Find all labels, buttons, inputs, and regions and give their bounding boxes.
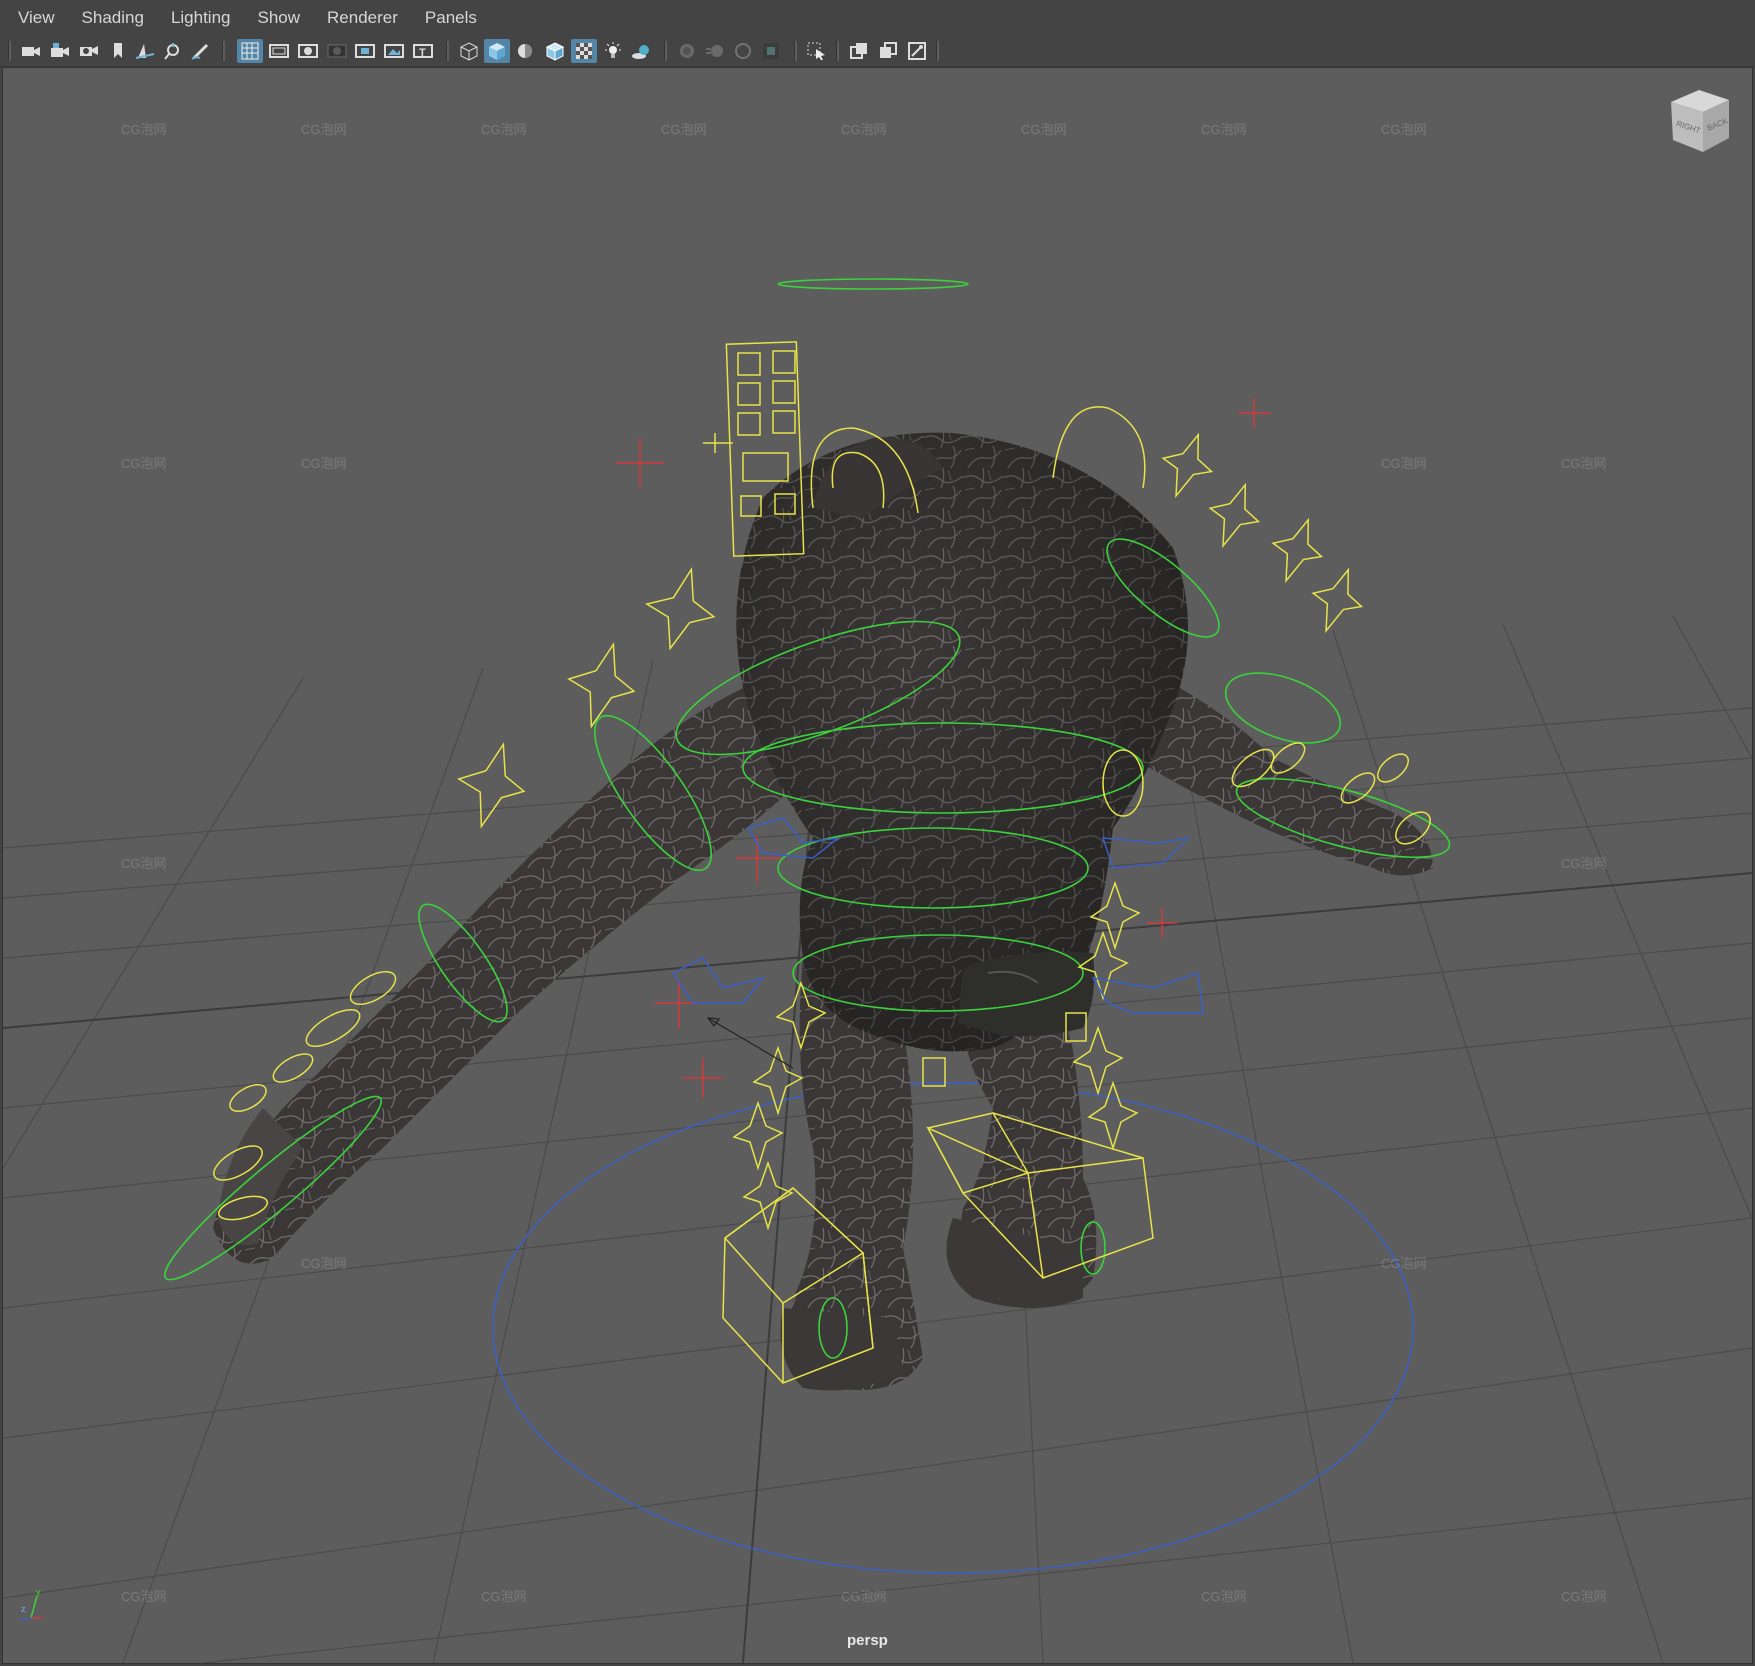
shadows-icon[interactable] (628, 39, 654, 63)
wireframe-on-shaded-icon[interactable] (542, 39, 568, 63)
watermark-text: CG泡网 (841, 122, 887, 137)
grease-pencil-icon[interactable] (188, 39, 214, 63)
toolbar-separator (664, 41, 667, 61)
watermark-text: CG泡网 (841, 1589, 887, 1604)
toolbar-separator (836, 41, 839, 61)
textured-icon[interactable] (571, 39, 597, 63)
select-camera-icon[interactable] (18, 39, 44, 63)
perspective-viewport[interactable]: CG泡网 CG泡网 CG泡网 CG泡网 CG泡网 CG泡网 CG泡网 CG泡网 … (2, 67, 1753, 1664)
watermark-text: CG泡网 (121, 856, 167, 871)
toolbar-separator (936, 41, 939, 61)
field-chart-icon[interactable] (352, 39, 378, 63)
toolbar-separator (446, 41, 449, 61)
watermark-text: CG泡网 (1381, 456, 1427, 471)
safe-title-icon[interactable]: T (410, 39, 436, 63)
watermark-text: CG泡网 (1561, 856, 1607, 871)
wireframe-icon[interactable] (456, 39, 482, 63)
pan-zoom-icon[interactable] (160, 39, 186, 63)
scene-canvas[interactable] (3, 68, 1752, 1663)
watermark-text: CG泡网 (121, 122, 167, 137)
depth-of-field-icon[interactable] (758, 39, 784, 63)
watermark-text: CG泡网 (1381, 122, 1427, 137)
menu-show[interactable]: Show (244, 0, 314, 36)
smooth-shade-icon[interactable] (484, 39, 510, 63)
screen-space-ambient-occlusion-icon[interactable] (674, 39, 700, 63)
watermark-text: CG泡网 (301, 1256, 347, 1271)
panel-menubar: View Shading Lighting Show Renderer Pane… (0, 0, 1755, 36)
camera-attributes-icon[interactable] (47, 39, 73, 63)
axis-y-label: y (36, 1588, 41, 1597)
direction-arrow (706, 1017, 794, 1069)
resolution-gate-icon[interactable] (295, 39, 321, 63)
watermark-text: CG泡网 (1021, 122, 1067, 137)
camera-settings-icon[interactable] (76, 39, 102, 63)
bookmark-icon[interactable] (105, 39, 131, 63)
menu-lighting[interactable]: Lighting (157, 0, 244, 36)
menu-renderer[interactable]: Renderer (313, 0, 411, 36)
toolbar-separator (8, 41, 11, 61)
xray-icon[interactable] (846, 39, 872, 63)
watermark-text: CG泡网 (481, 122, 527, 137)
toolbar-separator (222, 41, 225, 61)
watermark-text: CG泡网 (301, 122, 347, 137)
axis-z-label: z (21, 1604, 26, 1614)
watermark-text: CG泡网 (121, 1589, 167, 1604)
film-gate-icon[interactable] (266, 39, 292, 63)
camera-name-label: persp (847, 1632, 888, 1649)
watermark-text: CG泡网 (1561, 1589, 1607, 1604)
motion-blur-icon[interactable] (702, 39, 728, 63)
watermark-text: CG泡网 (481, 1589, 527, 1604)
menu-view[interactable]: View (0, 0, 68, 36)
global-ctrl (492, 1082, 1414, 1574)
watermark-text: CG泡网 (1561, 456, 1607, 471)
menu-panels[interactable]: Panels (411, 0, 490, 36)
watermark-text: CG泡网 (1201, 122, 1247, 137)
watermark-text: CG泡网 (301, 456, 347, 471)
toolbar-separator (794, 41, 797, 61)
troll-character-mesh (213, 432, 1433, 1391)
watermark-text: CG泡网 (1201, 1589, 1247, 1604)
use-default-material-icon[interactable] (512, 39, 538, 63)
grid-icon[interactable] (237, 39, 263, 63)
maya-model-panel: View Shading Lighting Show Renderer Pane… (0, 0, 1755, 1666)
use-all-lights-icon[interactable] (600, 39, 626, 63)
watermark-text: CG泡网 (121, 456, 167, 471)
panel-toolbar: T (0, 36, 1755, 67)
watermark-text: CG泡网 (661, 122, 707, 137)
xray-joints-icon[interactable] (904, 39, 930, 63)
multisample-antialiasing-icon[interactable] (730, 39, 756, 63)
image-plane-icon[interactable] (132, 39, 158, 63)
gate-mask-icon[interactable] (324, 39, 350, 63)
svg-text:T: T (419, 47, 426, 59)
menu-shading[interactable]: Shading (68, 0, 157, 36)
isolate-select-icon[interactable] (804, 39, 830, 63)
safe-action-icon[interactable] (381, 39, 407, 63)
xray-active-components-icon[interactable] (875, 39, 901, 63)
watermark-text: CG泡网 (1381, 1256, 1427, 1271)
